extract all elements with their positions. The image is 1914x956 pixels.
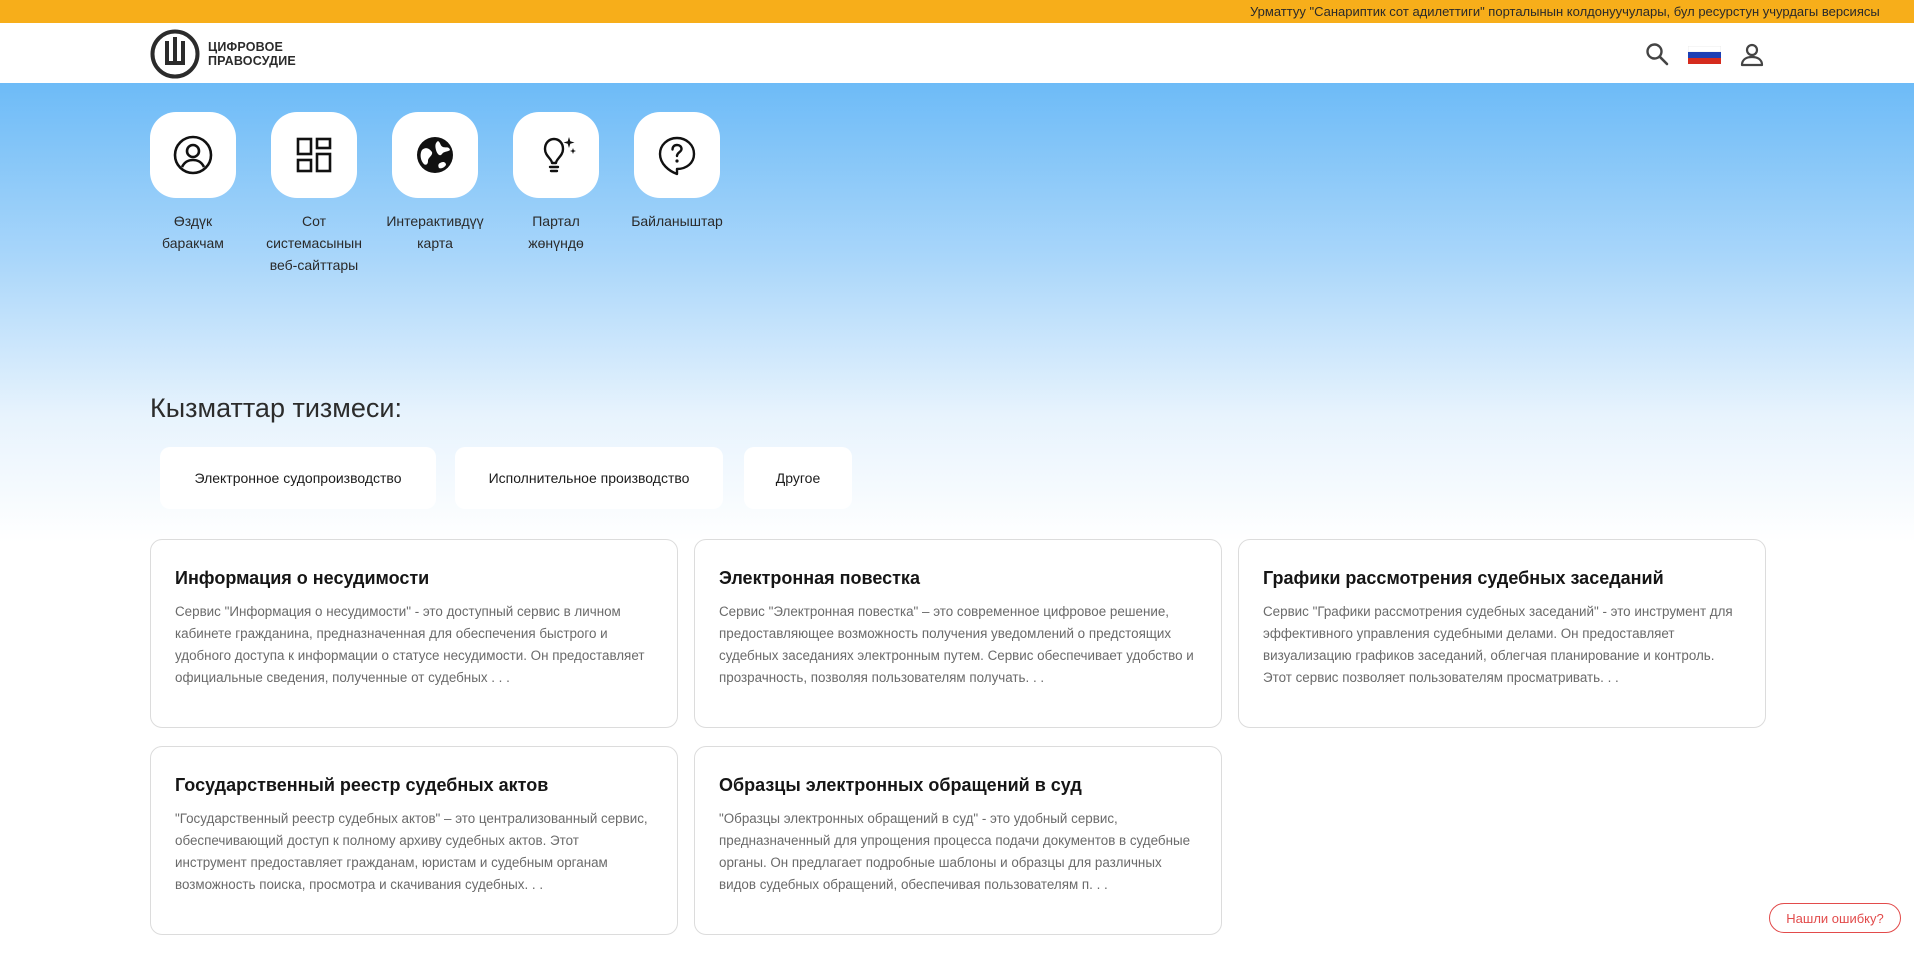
card-description: Сервис "Электронная повестка" – это совр… [719,604,1194,685]
card-description: Сервис "Информация о несудимости" - это … [175,604,645,685]
quick-tile[interactable] [150,112,236,198]
logo-line2: ПРАВОСУДИЕ [208,54,296,68]
grid-icon [296,137,332,173]
service-card-electronic-summons[interactable]: Электронная повестка Сервис "Электронная… [694,539,1222,728]
logo-mark-icon [150,29,200,79]
service-card-criminal-record[interactable]: Информация о несудимости Сервис "Информа… [150,539,678,728]
logo-line1: ЦИФРОВОЕ [208,40,284,54]
service-card-hearing-schedules[interactable]: Графики рассмотрения судебных заседаний … [1238,539,1766,728]
card-title: Информация о несудимости [175,568,430,588]
russian-flag-icon[interactable] [1688,46,1721,64]
announcement-ticker: Урматтуу "Санариптик сот адилеттиги" пор… [0,0,1914,23]
lightbulb-icon [543,137,576,173]
service-card-judicial-acts-registry[interactable]: Государственный реестр судебных актов "Г… [150,746,678,935]
card-description: "Образцы электронных обращений в суд" - … [719,811,1191,892]
quick-link-court-sites[interactable]: Сот системасынын веб-сайттары [264,112,364,276]
service-card-appeal-templates[interactable]: Образцы электронных обращений в суд "Обр… [694,746,1222,935]
card-description: Сервис "Графики рассмотрения судебных за… [1263,604,1733,685]
quick-tile[interactable] [271,112,357,198]
quick-tile[interactable] [392,112,478,198]
report-error-button[interactable]: Нашли ошибку? [1769,903,1901,933]
site-header: ЦИФРОВОЕ ПРАВОСУДИЕ [0,23,1914,83]
filter-other[interactable]: Другое [744,447,852,509]
card-description: "Государственный реестр судебных актов" … [175,811,648,892]
filter-enforcement-proceedings[interactable]: Исполнительное производство [455,447,723,509]
quick-tile[interactable] [634,112,720,198]
quick-link-label: Сот системасынын веб-сайттары [266,213,362,273]
search-icon[interactable] [1644,41,1670,67]
card-title: Образцы электронных обращений в суд [719,775,1082,795]
card-title: Электронная повестка [719,568,920,588]
card-title: Государственный реестр судебных актов [175,775,549,795]
globe-icon [417,137,453,173]
quick-tile[interactable] [513,112,599,198]
quick-link-interactive-map[interactable]: Интерактивдүү карта [385,112,485,254]
filter-electronic-proceedings[interactable]: Электронное судопроизводство [160,447,436,509]
user-circle-icon [173,135,213,175]
logo[interactable]: ЦИФРОВОЕ ПРАВОСУДИЕ [150,29,310,79]
quick-link-label: Интерактивдүү карта [386,213,484,251]
quick-link-contacts[interactable]: Байланыштар [627,112,727,232]
quick-link-profile[interactable]: Өздүк баракчам [143,112,243,254]
quick-link-label: Өздүк баракчам [162,213,224,251]
card-title: Графики рассмотрения судебных заседаний [1263,568,1664,588]
user-icon[interactable] [1738,41,1766,69]
quick-link-about-portal[interactable]: Партал жөнүндө [506,112,606,254]
quick-link-label: Байланыштар [631,213,723,229]
question-bubble-icon [658,136,696,176]
ticker-text: Урматтуу "Санариптик сот адилеттиги" пор… [1250,4,1880,19]
services-title: Кызматтар тизмеси: [150,393,402,423]
logo-text: ЦИФРОВОЕ ПРАВОСУДИЕ [208,40,296,68]
quick-link-label: Партал жөнүндө [528,213,584,251]
